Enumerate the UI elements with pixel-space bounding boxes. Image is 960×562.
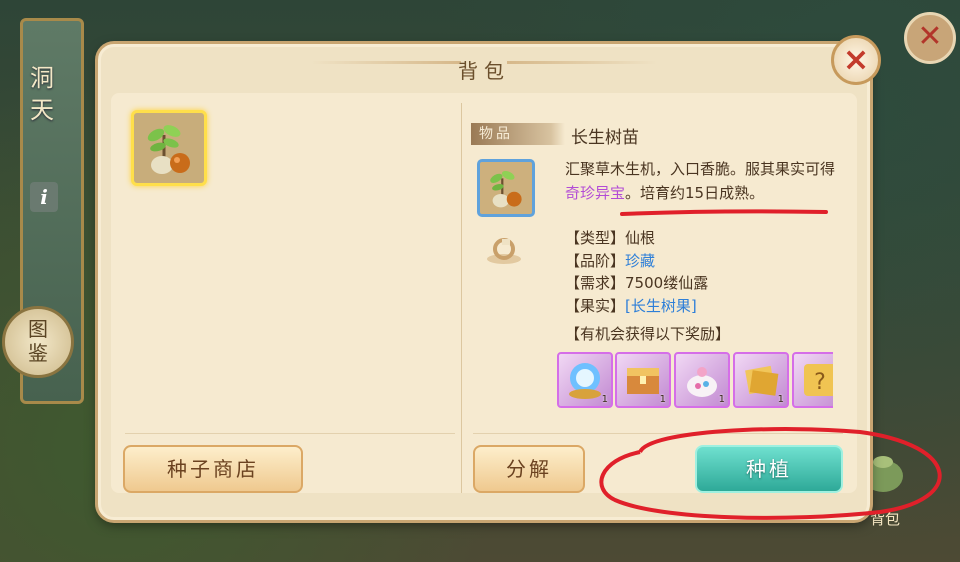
reward-count: 1 (777, 394, 784, 405)
reward-slot[interactable]: 1 (557, 352, 613, 408)
mystery-icon: ? (804, 364, 833, 396)
side-text-tian: 天 (30, 96, 54, 124)
tujian-button[interactable]: 图 鉴 (2, 306, 74, 378)
backpack-dialog: 背包 × 物品 长生树苗 汇聚草木生机，入口香脆。服其果实可得奇珍异宝。培育约1… (98, 35, 881, 520)
side-text-dong: 洞 (30, 64, 54, 92)
left-separator (125, 433, 455, 434)
attr-need: 【需求】7500缕仙露 (565, 272, 708, 295)
close-icon[interactable]: × (831, 35, 881, 85)
inventory-slot-selected[interactable] (131, 110, 207, 186)
reward-count: 1 (718, 394, 725, 405)
attr-fruit-label: 【果实】 (565, 296, 626, 315)
attr-need-label: 【需求】 (565, 274, 626, 292)
desc-text-1: 汇聚草木生机，入口香脆。服其果实可得 (565, 160, 836, 178)
desc-highlight: 奇珍异宝 (565, 184, 626, 202)
attr-type-label: 【类型】 (565, 229, 626, 247)
tujian-label-1: 图 (28, 317, 48, 341)
info-button[interactable]: i (30, 182, 58, 212)
desc-text-2: 。培育约15日成熟。 (625, 184, 765, 202)
decompose-button[interactable]: 分解 (473, 445, 585, 493)
reward-slot[interactable]: 1 (733, 352, 789, 408)
item-category-tag: 物品 (471, 123, 565, 145)
reward-count: 1 (601, 394, 608, 405)
sapling-preview-icon (490, 170, 522, 208)
tujian-label-2: 鉴 (28, 341, 48, 365)
reward-slot[interactable]: 1 (615, 352, 671, 408)
attr-grade-value: 珍藏 (625, 251, 656, 270)
dialog-title: 背包 (458, 59, 510, 83)
attr-grade-label: 【品阶】 (565, 251, 626, 270)
outer-close-icon[interactable]: ✕ (904, 12, 956, 64)
attr-type-value: 仙根 (625, 229, 656, 247)
attr-fruit-value[interactable]: [长生树果] (625, 297, 697, 315)
bag-label: 背包 (870, 510, 901, 528)
bind-lock-icon (487, 238, 521, 264)
reward-list: 1 1 1 1 ? (557, 352, 833, 408)
panel-divider (461, 103, 462, 493)
attr-type: 【类型】仙根 (565, 227, 708, 250)
reward-count: 1 (659, 394, 666, 405)
plant-button[interactable]: 种植 (695, 445, 843, 493)
right-separator (473, 433, 843, 434)
attr-grade: 【品阶】珍藏 (565, 250, 708, 273)
item-description: 汇聚草木生机，入口香脆。服其果实可得奇珍异宝。培育约15日成熟。 (565, 157, 845, 205)
svg-text:?: ? (814, 370, 826, 395)
sapling-icon (147, 125, 190, 174)
item-preview-slot (477, 159, 535, 217)
reward-slot[interactable]: 1 (674, 352, 730, 408)
attr-fruit: 【果实】[长生树果] (565, 295, 708, 318)
item-name: 长生树苗 (571, 128, 639, 148)
attr-need-value: 7500缕仙露 (625, 274, 709, 292)
seed-shop-button[interactable]: 种子商店 (123, 445, 303, 493)
reward-slot[interactable]: ? (792, 352, 833, 408)
item-attributes: 【类型】仙根 【品阶】珍藏 【需求】7500缕仙露 【果实】[长生树果] (565, 227, 708, 317)
reward-title: 【有机会获得以下奖励】 (565, 325, 731, 343)
